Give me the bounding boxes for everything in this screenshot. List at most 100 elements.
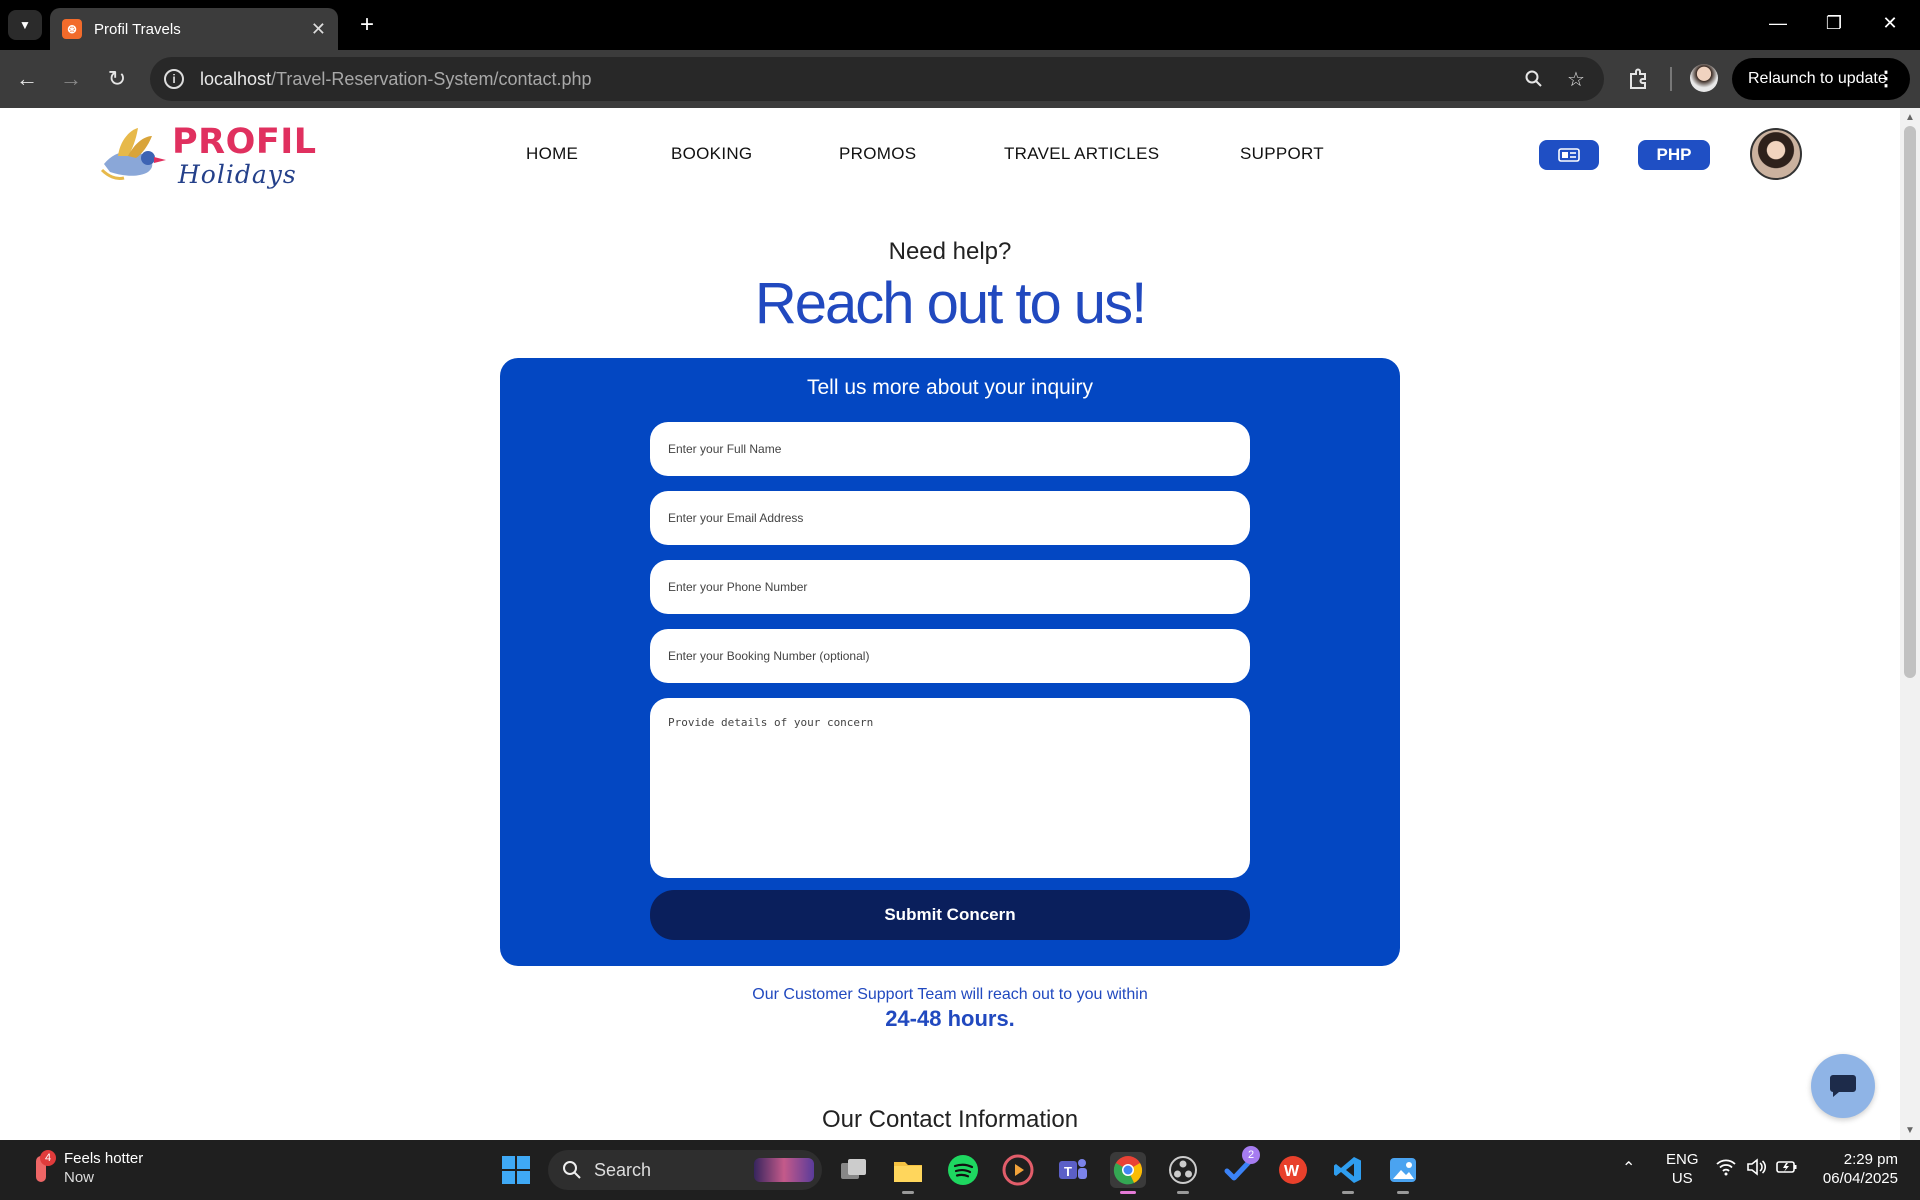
clock-time: 2:29 pm [1843,1151,1898,1168]
page-scrollbar[interactable]: ▲ ▼ [1900,108,1920,1140]
scroll-up-arrow-icon[interactable]: ▲ [1905,112,1915,123]
logo-tagline: Holidays [178,160,297,189]
nav-support[interactable]: SUPPORT [1240,144,1324,164]
battery-icon [1776,1161,1797,1173]
vscode-icon[interactable] [1330,1152,1366,1194]
search-highlight-art [754,1158,814,1182]
task-view-icon[interactable] [836,1152,872,1188]
new-tab-button[interactable]: + [352,10,382,40]
volume-icon [1747,1158,1766,1176]
system-tray[interactable] [1716,1158,1798,1176]
contact-info-heading: Our Contact Information [821,1106,1079,1133]
site-logo[interactable]: PROFIL Holidays [98,118,316,198]
more-menu-icon[interactable]: ⋮ [1876,66,1896,91]
browser-profile-avatar[interactable] [1690,64,1718,92]
weather-title: Feels hotter [64,1150,144,1167]
page-kicker: Need help? [888,238,1012,265]
chrome-icon[interactable] [1110,1152,1146,1194]
phone-field[interactable] [650,560,1250,614]
taskbar-search-label: Search [594,1159,652,1180]
window-close-icon[interactable]: ✕ [1870,8,1910,38]
form-title: Tell us more about your inquiry [807,376,1093,399]
reload-icon[interactable]: ↻ [102,64,132,94]
windows-taskbar: 4 Feels hotter Now Search T 2 W ⌃ ENG US… [0,1140,1920,1200]
chat-bubble-icon [1830,1075,1856,1097]
email-field[interactable] [650,491,1250,545]
hidden-icons-caret-icon[interactable]: ⌃ [1622,1158,1635,1178]
url-path: /Travel-Reservation-System/contact.php [271,68,592,89]
language-code: ENG [1666,1151,1699,1168]
obs-icon[interactable] [1165,1152,1201,1194]
browser-toolbar: ← → ↻ i localhost/Travel-Reservation-Sys… [0,50,1920,108]
running-indicator [902,1191,914,1194]
site-info-icon[interactable]: i [164,69,184,89]
browser-tab[interactable]: ⊛ Profil Travels ✕ [50,8,338,50]
full-name-field[interactable] [650,422,1250,476]
thermometer-icon: 4 [28,1150,56,1184]
svg-text:T: T [1064,1164,1072,1179]
taskbar-search[interactable]: Search [548,1150,822,1190]
search-icon [563,1161,581,1179]
submit-concern-button[interactable]: Submit Concern [650,890,1250,940]
file-explorer-icon[interactable] [890,1152,926,1194]
running-indicator [1177,1191,1189,1194]
web-page: PROFIL Holidays HOME BOOKING PROMOS TRAV… [0,108,1900,1140]
wps-office-icon[interactable]: W [1275,1152,1311,1188]
back-arrow-icon[interactable]: ← [12,64,42,94]
relaunch-label: Relaunch to update [1748,70,1887,87]
start-windows-icon[interactable] [498,1152,534,1188]
close-icon[interactable]: ✕ [311,19,326,40]
concern-details-textarea[interactable] [650,698,1250,878]
zoom-icon[interactable] [1522,67,1546,91]
xampp-favicon-icon: ⊛ [62,19,82,39]
restore-icon[interactable]: ❐ [1814,8,1854,38]
booking-number-field[interactable] [650,629,1250,683]
svg-text:W: W [1284,1163,1300,1180]
extensions-puzzle-icon[interactable] [1624,64,1654,94]
weather-widget[interactable]: 4 Feels hotter Now [28,1150,143,1186]
forward-arrow-icon[interactable]: → [56,64,86,94]
toolbar-separator [1670,67,1672,91]
todo-badge: 2 [1242,1146,1260,1164]
inquiry-form: Tell us more about your inquiry Submit C… [500,358,1400,966]
todo-icon[interactable]: 2 [1220,1146,1260,1188]
bird-logo-icon [100,128,166,180]
weather-subtitle: Now [64,1169,95,1186]
nav-booking[interactable]: BOOKING [671,144,752,164]
currency-button[interactable]: PHP [1638,140,1710,170]
scroll-thumb[interactable] [1904,126,1916,678]
teams-icon[interactable]: T [1055,1152,1091,1188]
nav-travel-articles[interactable]: TRAVEL ARTICLES [1004,144,1159,164]
support-response-hours: 24-48 hours. [885,1006,1015,1031]
running-indicator [1342,1191,1354,1194]
support-response-text: Our Customer Support Team will reach out… [752,986,1148,1003]
language-flag-button[interactable] [1539,140,1599,170]
wifi-icon [1716,1159,1736,1176]
relaunch-button[interactable]: Relaunch to update ⋮ [1732,58,1910,100]
url-host: localhost [200,68,272,89]
chat-button[interactable] [1811,1054,1875,1118]
active-indicator [1120,1191,1136,1194]
photos-icon[interactable] [1385,1152,1421,1194]
nav-home[interactable]: HOME [526,144,578,164]
minimize-icon[interactable]: — [1758,8,1798,38]
scroll-down-arrow-icon[interactable]: ▼ [1905,1125,1915,1136]
clock-date: 06/04/2025 [1822,1170,1898,1187]
chevron-down-icon: ▼ [19,18,31,32]
running-indicator [1397,1191,1409,1194]
media-player-icon[interactable] [1000,1152,1036,1188]
language-indicator[interactable]: ENG US [1666,1150,1699,1188]
spotify-icon[interactable] [945,1152,981,1188]
bookmark-star-icon[interactable]: ☆ [1564,67,1588,91]
region-code: US [1671,1170,1693,1187]
tab-search-button[interactable]: ▼ [8,10,42,40]
browser-tab-bar: ▼ ⊛ Profil Travels ✕ + — ❐ ✕ [0,0,1920,50]
system-clock[interactable]: 2:29 pm 06/04/2025 [1812,1150,1898,1188]
id-card-icon [1558,148,1580,162]
nav-promos[interactable]: PROMOS [839,144,916,164]
url-text: localhost/Travel-Reservation-System/cont… [200,69,592,90]
address-bar[interactable]: i localhost/Travel-Reservation-System/co… [150,57,1604,101]
user-avatar[interactable] [1750,128,1802,180]
tab-title: Profil Travels [94,20,181,38]
weather-badge: 4 [40,1150,56,1166]
